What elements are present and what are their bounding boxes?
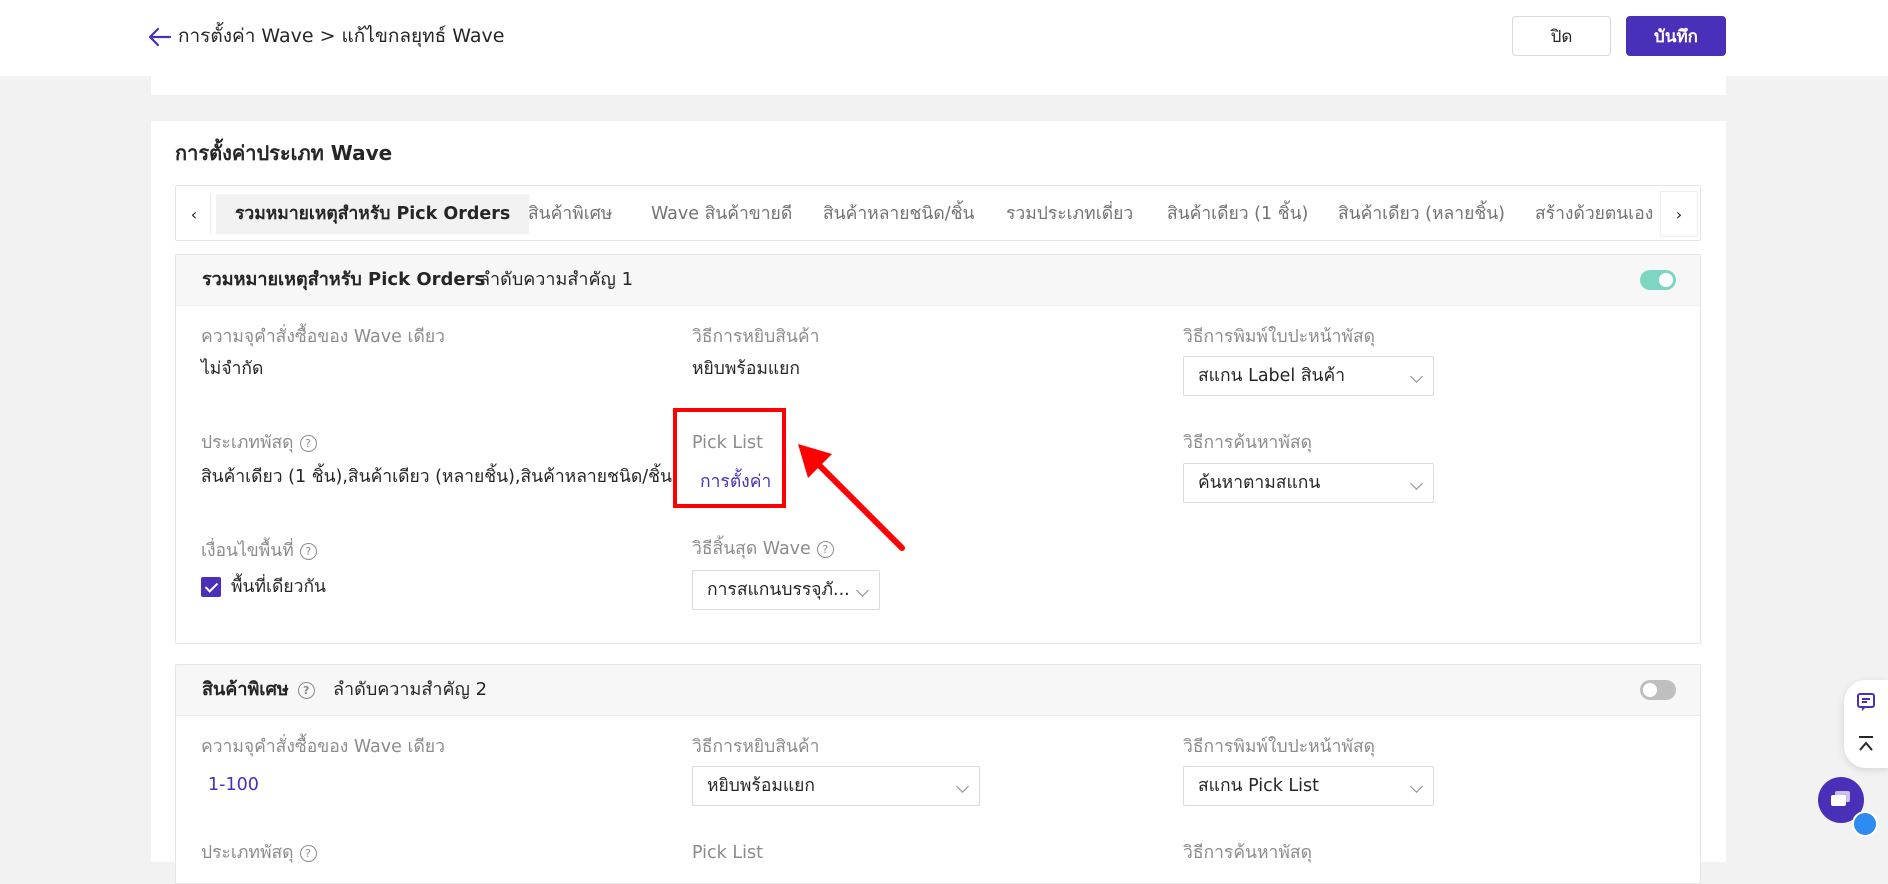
section-enable-toggle[interactable] [1640,270,1676,290]
annotation-highlight-box [673,408,786,508]
wave-end-select[interactable]: การสแกนบรรจุภั... [692,570,880,610]
area-condition-label: เงื่อนไขพื้นที่ [201,541,294,561]
print-method-label: วิธีการพิมพ์ใบปะหน้าพัสดุ [1183,327,1376,347]
section-header: รวมหมายเหตุสำหรับ Pick Orders ลำดับความส… [176,255,1700,306]
wave-type-tabs: ‹ รวมหมายเหตุสำหรับ Pick Orders สินค้าพิ… [175,185,1701,241]
previous-card-edge [151,76,1726,95]
parcel-type-value: สินค้าเดียว (1 ชิ้น),สินค้าเดียว (หลายชิ… [201,467,672,487]
same-area-checkbox-label[interactable]: พื้นที่เดียวกัน [231,574,326,600]
section-pick-orders-notes: รวมหมายเหตุสำหรับ Pick Orders ลำดับความส… [175,254,1701,644]
parcel-type-label-row: ประเภทพัสดุ? [201,430,317,456]
annotation-arrow-icon [798,444,905,551]
pick-method-select[interactable]: หยิบพร้อมแยก [692,766,980,806]
back-arrow-icon[interactable] [148,26,172,48]
parcel-type-label: ประเภทพัสดุ [201,433,294,453]
chevron-down-icon [1410,477,1423,490]
search-method-select[interactable]: ค้นหาตามสแกน [1183,463,1434,503]
floating-tools [1844,680,1888,768]
parcel-type-label: ประเภทพัสดุ [201,843,294,863]
chevron-down-icon [956,780,969,793]
capacity-value: ไม่จำกัด [201,359,264,379]
print-method-label: วิธีการพิมพ์ใบปะหน้าพัสดุ [1183,737,1376,757]
search-method-label: วิธีการค้นหาพัสดุ [1183,433,1312,453]
tab-single-type-combined[interactable]: รวมประเภทเดี่ยว [1006,194,1133,234]
feedback-icon[interactable] [1856,692,1876,712]
section-name: รวมหมายเหตุสำหรับ Pick Orders [202,269,486,290]
section-name-text: สินค้าพิเศษ [202,679,289,700]
print-method-select[interactable]: สแกน Label สินค้า [1183,356,1434,396]
pick-list-label: Pick List [692,843,763,863]
tab-best-seller-wave[interactable]: Wave สินค้าขายดี [651,194,792,234]
breadcrumb: การตั้งค่า Wave > แก้ไขกลยุทธ์ Wave [178,25,505,47]
top-bar: การตั้งค่า Wave > แก้ไขกลยุทธ์ Wave ปิด … [0,0,1888,76]
parcel-type-label-row: ประเภทพัสดุ? [201,840,317,866]
help-icon[interactable]: ? [299,435,317,452]
pick-method-label: วิธีการหยิบสินค้า [692,737,820,757]
chevron-down-icon [1410,780,1423,793]
section-name: สินค้าพิเศษ? [202,676,315,704]
tab-single-item-one[interactable]: สินค้าเดียว (1 ชิ้น) [1167,194,1308,234]
search-method-label: วิธีการค้นหาพัสดุ [1183,843,1312,863]
capacity-label: ความจุคำสั่งซื้อของ Wave เดียว [201,327,445,347]
print-method-selected: สแกน Pick List [1198,776,1320,796]
help-icon[interactable]: ? [299,543,317,560]
save-button[interactable]: บันทึก [1626,16,1726,56]
search-method-selected: ค้นหาตามสแกน [1198,473,1321,493]
print-method-selected: สแกน Label สินค้า [1198,366,1346,386]
chevron-down-icon [856,584,869,597]
tabs-next-button[interactable]: › [1660,191,1698,237]
tab-single-item-multi[interactable]: สินค้าเดียว (หลายชิ้น) [1338,194,1505,234]
card-title: การตั้งค่าประเภท Wave [175,141,393,165]
help-icon[interactable]: ? [299,845,317,862]
section-header: สินค้าพิเศษ? ลำดับความสำคัญ 2 [176,665,1700,716]
help-icon[interactable]: ? [297,682,315,699]
back-to-top-icon[interactable] [1856,734,1876,754]
pick-method-selected: หยิบพร้อมแยก [707,776,816,796]
capacity-label: ความจุคำสั่งซื้อของ Wave เดียว [201,737,445,757]
tab-multi-item[interactable]: สินค้าหลายชนิด/ชิ้น [823,194,974,234]
chat-icon [1831,791,1850,806]
chevron-down-icon [1410,370,1423,383]
section-priority: ลำดับความสำคัญ 1 [479,269,634,290]
same-area-checkbox[interactable] [201,577,221,597]
area-condition-label-row: เงื่อนไขพื้นที่? [201,538,317,564]
print-method-select[interactable]: สแกน Pick List [1183,766,1434,806]
section-enable-toggle[interactable] [1640,680,1676,700]
tab-special-products[interactable]: สินค้าพิเศษ [528,194,612,234]
tab-pick-orders-notes[interactable]: รวมหมายเหตุสำหรับ Pick Orders [216,194,530,234]
toggle-knob [1659,273,1673,287]
toggle-knob [1643,683,1657,697]
tab-manual-create[interactable]: สร้างด้วยตนเอง [1535,194,1653,234]
pick-method-label: วิธีการหยิบสินค้า [692,327,820,347]
close-button[interactable]: ปิด [1512,16,1611,56]
wave-end-selected: การสแกนบรรจุภั... [707,580,850,600]
capacity-range-link[interactable]: 1-100 [208,772,259,798]
pick-method-value: หยิบพร้อมแยก [692,359,801,379]
tabs-prev-button[interactable]: ‹ [178,194,211,234]
assistant-bot-icon[interactable] [1852,811,1878,837]
section-priority: ลำดับความสำคัญ 2 [333,679,488,700]
